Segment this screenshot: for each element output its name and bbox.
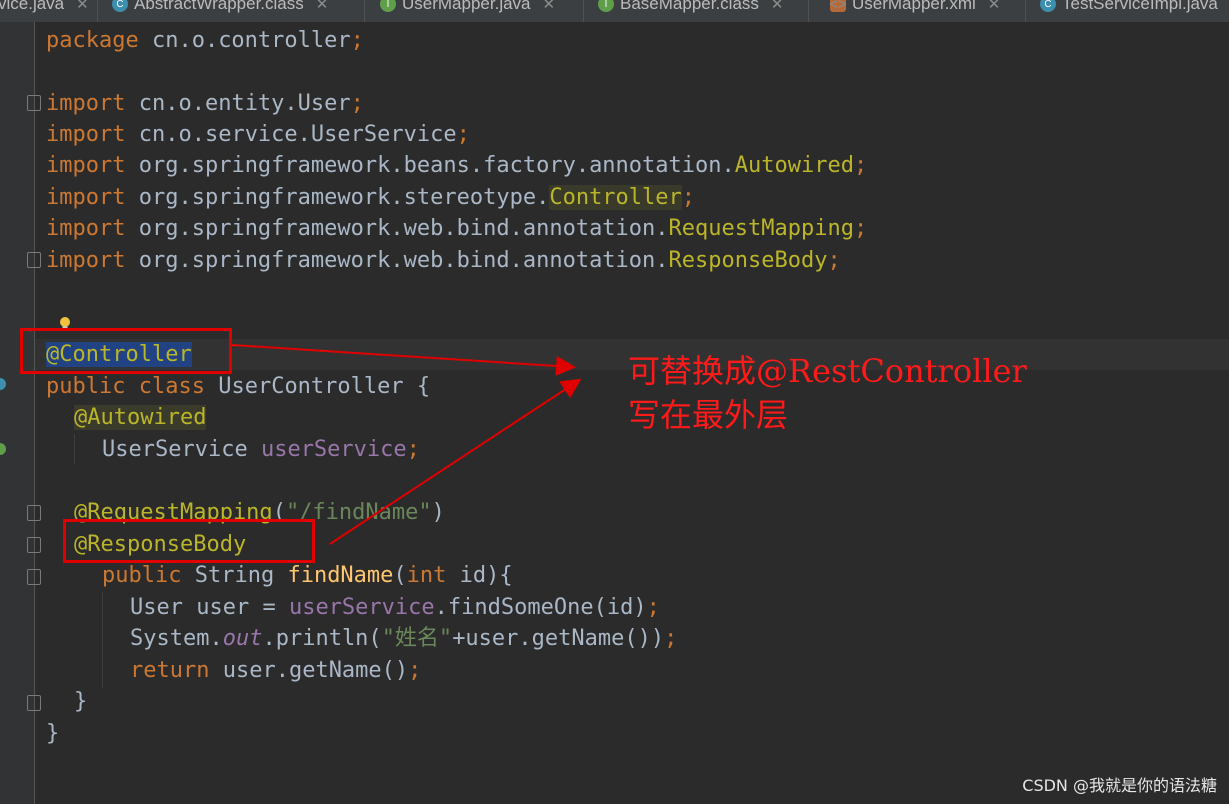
arrow-to-note bbox=[231, 344, 576, 376]
annotation-note-line1: 可替换成@RestController bbox=[628, 352, 1027, 390]
csdn-watermark: CSDN @我就是你的语法糖️ bbox=[1022, 776, 1217, 795]
annotation-note-line2: 写在最外层 bbox=[628, 396, 789, 434]
arrow-to-note bbox=[329, 378, 582, 545]
annotation-arrows bbox=[231, 344, 582, 545]
